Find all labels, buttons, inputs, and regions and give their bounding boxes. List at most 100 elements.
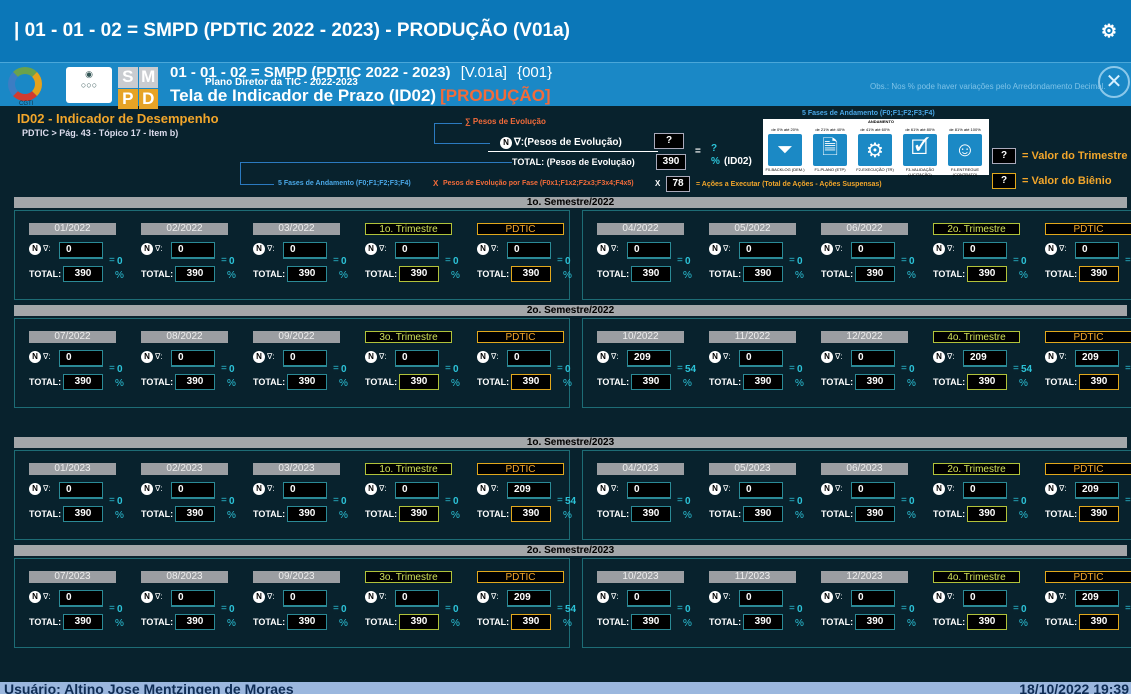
n-icon: N [500,137,512,149]
total-value: 390 [855,374,895,390]
total-value: 390 [967,506,1007,522]
value-underline [1075,366,1119,367]
filter-icon[interactable]: ∇: [155,352,163,361]
filter-icon[interactable]: ∇: [43,244,51,253]
value-underline [395,366,439,367]
smiley-icon[interactable]: ☺ [948,134,982,166]
filter-icon[interactable]: ∇: [611,352,619,361]
filter-icon[interactable]: ∇: [1059,484,1067,493]
filter-icon[interactable]: ∇: [379,592,387,601]
total-value: 390 [175,614,215,630]
document-icon[interactable]: 🗎 [813,134,847,166]
filter-icon[interactable]: ∇: [835,352,843,361]
filter-icon[interactable]: ∇: [947,244,955,253]
filter-icon[interactable]: ∇: [947,592,955,601]
semester-panel: 10/2022 N ∇: 209 = 54 TOTAL: 390% 11/2022 N ∇: 0 = 0 T… [582,318,1131,408]
filter-icon[interactable]: ∇: [491,352,499,361]
filter-icon[interactable]: ∇: [267,352,275,361]
total-value: 390 [399,374,439,390]
total-row: TOTAL:390% [29,266,125,282]
n-value: 0 [739,482,783,498]
n-value: 0 [627,242,671,258]
filter-icon[interactable]: ∇: [723,244,731,253]
filter-icon[interactable]: ∇: [723,592,731,601]
filter-icon[interactable]: ∇: [723,484,731,493]
semester-header: 1o. Semestre/2023 [14,437,1127,448]
gears-icon[interactable]: ⚙ [858,134,892,166]
filter-icon[interactable]: ∇: [947,484,955,493]
n-pesos-value: ? [654,133,684,149]
filter-icon[interactable]: ∇: [611,484,619,493]
filter-icon[interactable]: ∇: [43,352,51,361]
total-row: TOTAL:390% [253,614,349,630]
filter-icon[interactable]: ∇: [267,484,275,493]
n-icon: N [365,243,377,255]
status-user: Usuário: Altino Jose Mentzingen de Morae… [4,681,294,694]
filter-icon[interactable]: ∇: [379,484,387,493]
acoes-value: 78 [666,176,690,192]
percent-sign: % [795,270,804,281]
n-icon: N [253,351,265,363]
filter-icon[interactable]: ∇: [267,244,275,253]
filter-icon[interactable]: ∇: [379,244,387,253]
n-value: 0 [627,482,671,498]
filter-icon[interactable]: ∇: [611,592,619,601]
filter-icon[interactable]: ∇: [155,484,163,493]
value-underline [507,366,551,367]
filter-icon[interactable]: ∇: [835,592,843,601]
percent-sign: % [451,270,460,281]
filter-icon[interactable]: ∇: [491,484,499,493]
total-value: 390 [1079,266,1119,282]
value-underline [283,498,327,499]
filter-icon[interactable]: ∇: [611,244,619,253]
filter-icon[interactable]: ∇: [491,592,499,601]
close-button[interactable]: ✕ [1098,66,1130,98]
teams-icon[interactable]: ⚙ [1101,21,1117,42]
filter-icon[interactable]: ∇: [43,592,51,601]
percent-sign: % [451,618,460,629]
filter-icon[interactable]: ∇: [835,244,843,253]
equals-sign: = [1125,255,1131,266]
total-label: TOTAL: [477,509,510,519]
total-row: TOTAL:390% [933,374,1029,390]
n-value: 0 [395,242,439,258]
percent-sign: % [227,378,236,389]
filter-icon[interactable]: ∇: [947,352,955,361]
percent-sign: % [115,618,124,629]
filter-icon[interactable]: ∇: [723,352,731,361]
value-underline [59,258,103,259]
period-cell: PDTICN∇:209=54TOTAL:390% [477,451,576,531]
period-label: 06/2023 [821,463,908,475]
period-label: 11/2023 [709,571,796,583]
period-cell: 1o. Trimestre N ∇: 0 = 0 TOTAL: 390% [365,211,461,291]
n-icon: N [29,483,41,495]
period-cell: 07/2023 N ∇: 0 = 0 TOTAL: 390% [29,559,125,639]
percent-sign: % [115,510,124,521]
filter-icon[interactable]: ∇: [379,352,387,361]
check-document-icon[interactable]: 🗹 [903,134,937,166]
total-value: 390 [399,614,439,630]
total-label: TOTAL: [141,509,174,519]
filter-icon[interactable]: ∇: [155,592,163,601]
filter-icon[interactable]: ∇: [1059,244,1067,253]
filter-icon[interactable]: ∇: [267,592,275,601]
filter-icon[interactable]: ∇: [155,244,163,253]
filter-icon[interactable]: ∇: [43,484,51,493]
total-label: TOTAL: [597,269,630,279]
funnel-icon[interactable]: ⏷ [768,134,802,166]
period-label: 07/2023 [29,571,116,583]
total-label: TOTAL: [141,377,174,387]
n-value: 209 [963,350,1007,366]
filter-icon[interactable]: ∇: [1059,592,1067,601]
filter-icon[interactable]: ∇: [491,244,499,253]
filter-icon[interactable]: ∇: [1059,352,1067,361]
filter-icon[interactable]: ∇: [835,484,843,493]
n-icon: N [933,351,945,363]
total-row: TOTAL:390% [1045,374,1131,390]
total-row: TOTAL:390% [477,506,573,522]
total-value: 390 [399,506,439,522]
andamento-label: ANDAMENTO [868,119,894,124]
fases-top-label: 5 Fases de Andamento (F0;F1;F2;F3;F4) [802,110,935,117]
equals-sign: = [109,495,115,506]
period-label: PDTIC [1045,223,1131,235]
